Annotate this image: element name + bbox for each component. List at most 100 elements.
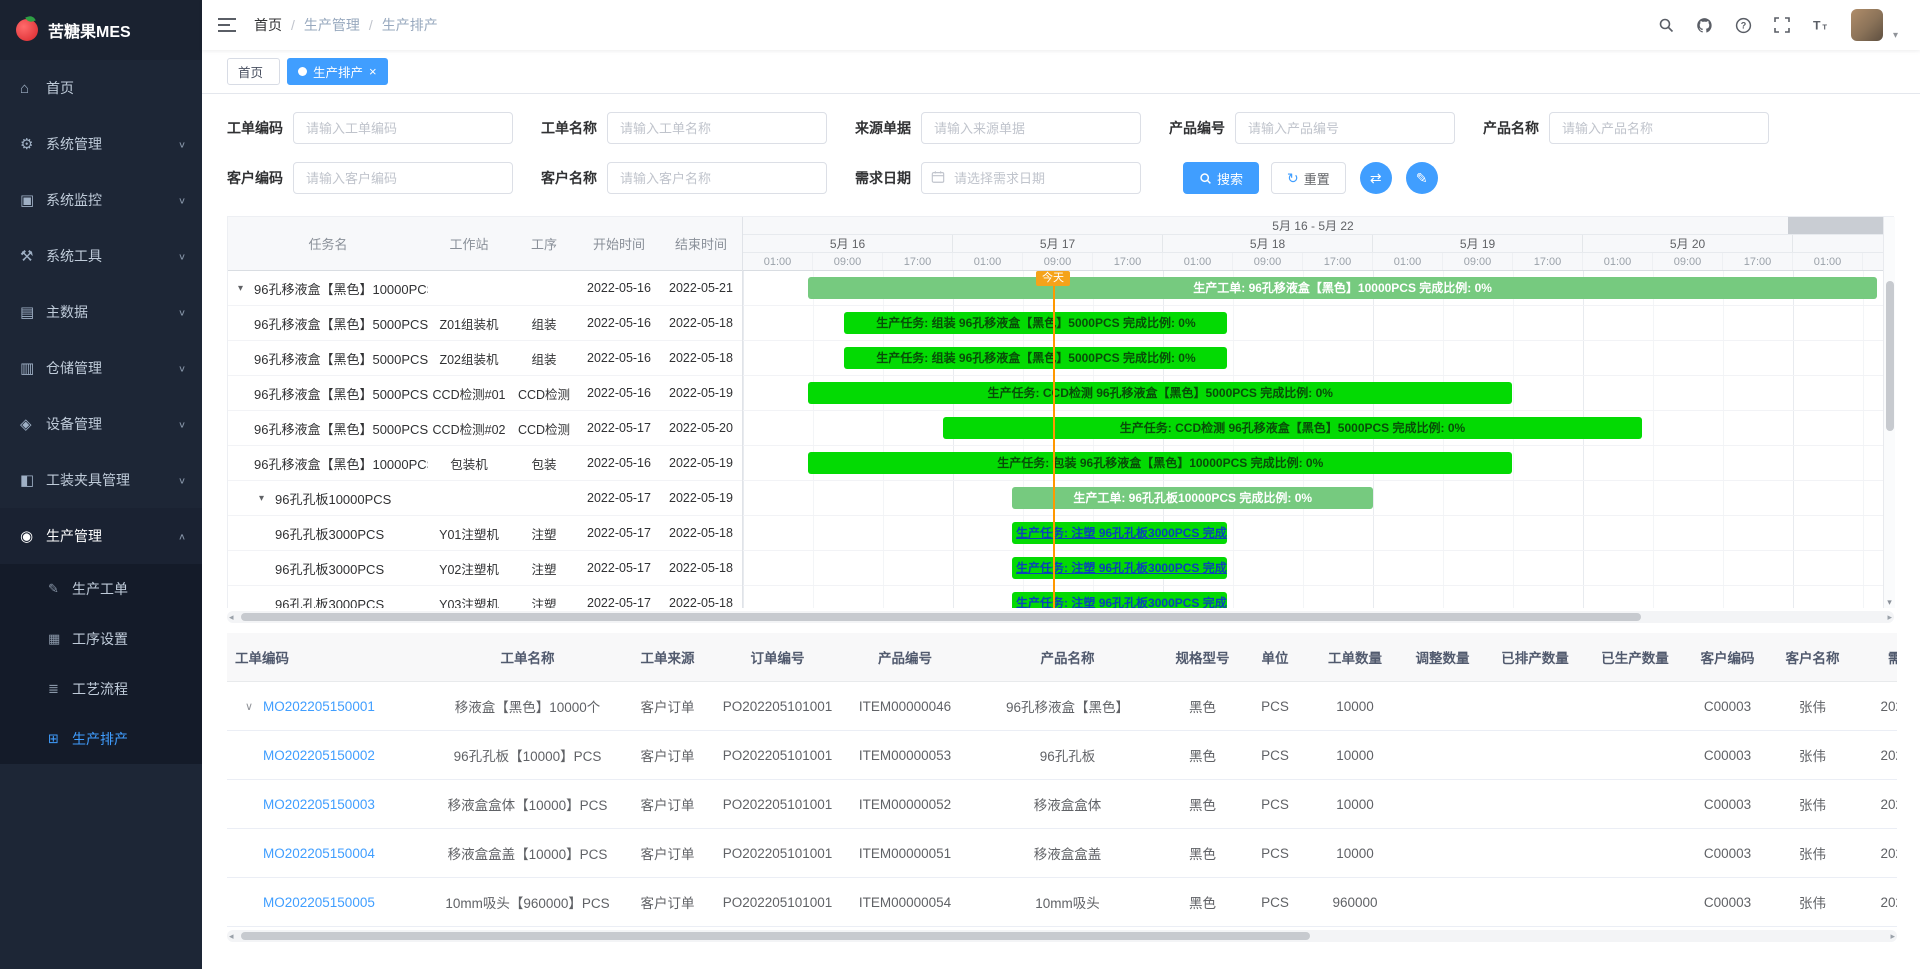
- breadcrumb-item[interactable]: 生产管理: [282, 15, 360, 35]
- gantt-bar[interactable]: 生产任务: 注塑 96孔孔板3000PCS 完成比例: 0%: [1012, 592, 1227, 608]
- sidebar-item[interactable]: ⚙ 系统管理 ∨: [0, 116, 202, 172]
- gantt-bar[interactable]: 生产任务: CCD检测 96孔移液盒【黑色】5000PCS 完成比例: 0%: [808, 382, 1513, 404]
- user-avatar[interactable]: [1851, 9, 1883, 41]
- gantt-task-row[interactable]: 96孔移液盒【黑色】10000PCS 包装机 包装 2022-05-16 202…: [228, 446, 742, 481]
- sidebar-subitem[interactable]: ▦ 工序设置: [0, 614, 202, 664]
- task-name: 96孔移液盒【黑色】5000PCS: [254, 314, 428, 333]
- table-row[interactable]: MO202205150005 10mm吸头【960000】PCS 客户订单 PO…: [227, 878, 1897, 927]
- menu-icon: ⚒: [20, 247, 46, 265]
- search-button[interactable]: 搜索: [1183, 162, 1259, 194]
- refresh-gantt-button[interactable]: ⇄: [1360, 162, 1392, 194]
- gantt-bar[interactable]: 生产任务: 组装 96孔移液盒【黑色】5000PCS 完成比例: 0%: [844, 347, 1227, 369]
- timeline-hour-label: 09:00: [1023, 253, 1093, 270]
- workorder-link[interactable]: MO202205150001: [263, 699, 375, 714]
- sidebar: 苦糖果MES ⌂ 首页 ⚙ 系统管理 ∨ ▣ 系统监控: [0, 0, 202, 969]
- scroll-right-arrow-icon[interactable]: ▸: [1887, 611, 1892, 623]
- fullscreen-icon[interactable]: [1774, 17, 1790, 33]
- table-row[interactable]: MO202205150003 移液盒盒体【10000】PCS 客户订单 PO20…: [227, 780, 1897, 829]
- sidebar-subitem[interactable]: ⊞ 生产排产: [0, 714, 202, 764]
- gantt-task-row[interactable]: 96孔移液盒【黑色】5000PCS Z01组装机 组装 2022-05-16 2…: [228, 306, 742, 341]
- gantt-bar[interactable]: 生产任务: CCD检测 96孔移液盒【黑色】5000PCS 完成比例: 0%: [943, 417, 1643, 439]
- gantt-vertical-scrollbar[interactable]: ▾: [1883, 217, 1895, 608]
- workorder-link[interactable]: MO202205150005: [263, 895, 375, 910]
- date-input[interactable]: [921, 162, 1141, 194]
- filter-input[interactable]: [607, 162, 827, 194]
- scrollbar-thumb[interactable]: [241, 613, 1641, 621]
- help-icon[interactable]: ?: [1735, 17, 1752, 34]
- gantt-bar[interactable]: 生产任务: 注塑 96孔孔板3000PCS 完成比例: 0%: [1012, 522, 1227, 544]
- gantt-task-row[interactable]: 96孔移液盒【黑色】5000PCS CCD检测#02 CCD检测 2022-05…: [228, 411, 742, 446]
- gantt-bar[interactable]: 生产任务: 包装 96孔移液盒【黑色】10000PCS 完成比例: 0%: [808, 452, 1513, 474]
- gantt-task-row[interactable]: 96孔移液盒【黑色】5000PCS CCD检测#01 CCD检测 2022-05…: [228, 376, 742, 411]
- due-date-cell: 2022-05-20: [1855, 797, 1897, 812]
- scroll-left-arrow-icon[interactable]: ◂: [229, 611, 234, 623]
- sidebar-subitem[interactable]: ✎ 生产工单: [0, 564, 202, 614]
- filter-input[interactable]: [921, 112, 1141, 144]
- sidebar-item[interactable]: ⌂ 首页: [0, 60, 202, 116]
- table-row[interactable]: ∨ MO202205150001 移液盒【黑色】10000个 客户订单 PO20…: [227, 682, 1897, 731]
- process-cell: 组装: [510, 314, 578, 333]
- sidebar-item[interactable]: ⚒ 系统工具 ∨: [0, 228, 202, 284]
- table-row[interactable]: MO202205150002 96孔孔板【10000】PCS 客户订单 PO20…: [227, 731, 1897, 780]
- gantt-task-row[interactable]: 96孔孔板3000PCS Y01注塑机 注塑 2022-05-17 2022-0…: [228, 516, 742, 551]
- sidebar-toggle-icon[interactable]: [218, 18, 236, 32]
- page-tab[interactable]: 生产排产 ×: [287, 58, 388, 85]
- search-icon[interactable]: [1658, 17, 1674, 33]
- expand-caret-icon[interactable]: ▾: [238, 283, 254, 294]
- filter-input[interactable]: [293, 162, 513, 194]
- filter-input[interactable]: [607, 112, 827, 144]
- gantt-task-row[interactable]: ▾ 96孔孔板10000PCS 2022-05-17 2022-05-19: [228, 481, 742, 516]
- sidebar-item[interactable]: ▥ 仓储管理 ∨: [0, 340, 202, 396]
- edit-schedule-button[interactable]: ✎: [1406, 162, 1438, 194]
- row-expand-caret-icon[interactable]: ∨: [235, 700, 263, 713]
- scrollbar-thumb[interactable]: [1886, 281, 1894, 431]
- sidebar-item[interactable]: ◉ 生产管理 ∧: [0, 508, 202, 564]
- sidebar-item[interactable]: ◈ 设备管理 ∨: [0, 396, 202, 452]
- quantity-cell: 960000: [1310, 895, 1400, 910]
- gantt-bar[interactable]: 生产工单: 96孔孔板10000PCS 完成比例: 0%: [1012, 487, 1373, 509]
- workorder-link[interactable]: MO202205150003: [263, 797, 375, 812]
- font-size-icon[interactable]: TT: [1812, 17, 1829, 33]
- menu-label: 首页: [46, 78, 186, 98]
- process-cell: CCD检测: [510, 384, 578, 403]
- table-horizontal-scrollbar[interactable]: ◂ ▸: [227, 930, 1897, 942]
- scroll-down-arrow-icon[interactable]: ▾: [1884, 597, 1895, 608]
- gantt-task-row[interactable]: 96孔孔板3000PCS Y03注塑机 注塑 2022-05-17 2022-0…: [228, 586, 742, 608]
- unit-cell: PCS: [1240, 748, 1310, 763]
- product-name-cell: 96孔移液盒【黑色】: [970, 696, 1165, 716]
- app-logo[interactable]: 苦糖果MES: [0, 0, 202, 60]
- workorder-name-cell: 移液盒盒盖【10000】PCS: [435, 843, 620, 863]
- filter-input[interactable]: [293, 112, 513, 144]
- reset-button[interactable]: ↻ 重置: [1271, 162, 1346, 194]
- github-icon[interactable]: [1696, 17, 1713, 34]
- page-tab[interactable]: 首页: [227, 58, 280, 85]
- gantt-bar[interactable]: 生产任务: 注塑 96孔孔板3000PCS 完成比例: 0%: [1012, 557, 1227, 579]
- breadcrumb-item[interactable]: 首页: [254, 15, 282, 35]
- breadcrumb-item[interactable]: 生产排产: [360, 15, 438, 35]
- gantt-task-row[interactable]: ▾ 96孔移液盒【黑色】10000PCS 2022-05-16 2022-05-…: [228, 271, 742, 306]
- submenu-label: 工序设置: [72, 629, 128, 649]
- scroll-right-arrow-icon[interactable]: ▸: [1890, 930, 1895, 942]
- expand-caret-icon[interactable]: ▾: [259, 493, 275, 504]
- start-time-cell: 2022-05-16: [578, 316, 660, 330]
- scrollbar-thumb[interactable]: [241, 932, 1310, 940]
- workorder-link[interactable]: MO202205150002: [263, 748, 375, 763]
- sidebar-subitem[interactable]: ≣ 工艺流程: [0, 664, 202, 714]
- filter-input[interactable]: [1235, 112, 1455, 144]
- gantt-horizontal-scrollbar[interactable]: ◂ ▸: [227, 611, 1894, 623]
- sidebar-item[interactable]: ▤ 主数据 ∨: [0, 284, 202, 340]
- task-name-cell: 96孔移液盒【黑色】5000PCS: [228, 314, 428, 333]
- filter-row-2-fields: 客户编码 客户名称: [227, 162, 855, 194]
- tab-close-icon[interactable]: ×: [369, 65, 377, 78]
- table-row[interactable]: MO202205150004 移液盒盒盖【10000】PCS 客户订单 PO20…: [227, 829, 1897, 878]
- sidebar-item[interactable]: ▣ 系统监控 ∨: [0, 172, 202, 228]
- reset-icon: ↻: [1287, 170, 1299, 187]
- gantt-bar[interactable]: 生产工单: 96孔移液盒【黑色】10000PCS 完成比例: 0%: [808, 277, 1877, 299]
- workorder-link[interactable]: MO202205150004: [263, 846, 375, 861]
- scroll-left-arrow-icon[interactable]: ◂: [229, 930, 234, 942]
- gantt-task-row[interactable]: 96孔移液盒【黑色】5000PCS Z02组装机 组装 2022-05-16 2…: [228, 341, 742, 376]
- gantt-bar[interactable]: 生产任务: 组装 96孔移液盒【黑色】5000PCS 完成比例: 0%: [844, 312, 1227, 334]
- filter-input[interactable]: [1549, 112, 1769, 144]
- gantt-task-row[interactable]: 96孔孔板3000PCS Y02注塑机 注塑 2022-05-17 2022-0…: [228, 551, 742, 586]
- sidebar-item[interactable]: ◧ 工装夹具管理 ∨: [0, 452, 202, 508]
